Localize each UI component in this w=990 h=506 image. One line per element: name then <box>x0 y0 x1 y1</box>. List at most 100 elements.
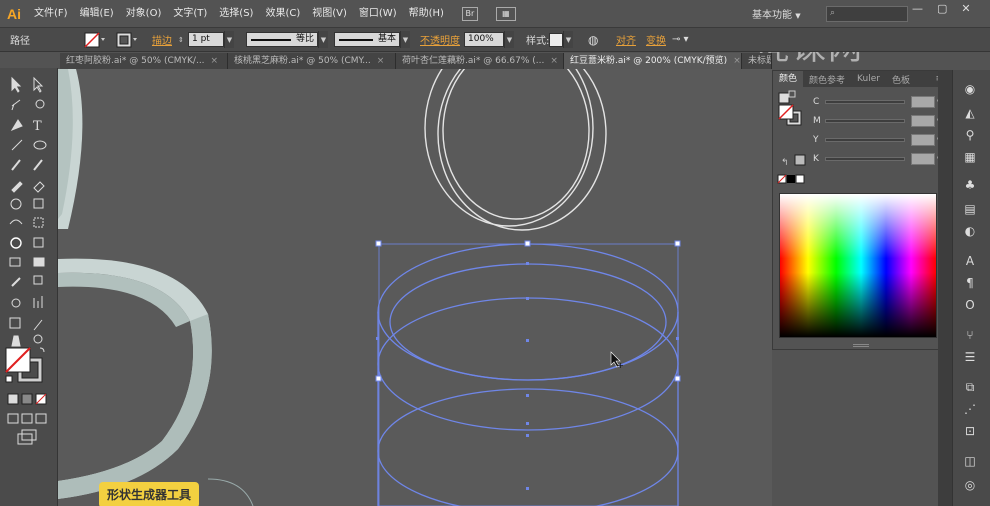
isolate-icon[interactable]: ⊸ ▾ <box>672 31 689 48</box>
stroke-weight-field[interactable]: ⇕ 1 pt ▼ <box>178 31 234 48</box>
document-tab[interactable]: 核桃黑芝麻粉.ai* @ 50% (CMY... × <box>228 53 396 69</box>
color-spectrum[interactable] <box>779 193 937 338</box>
close-icon[interactable]: ✕ <box>961 2 970 15</box>
color-mode-buttons <box>7 393 47 405</box>
brush-definition[interactable]: 基本 ▼ <box>334 31 410 48</box>
pathfinder-icon[interactable]: ⧉ <box>961 378 979 396</box>
brush-label: 基本 <box>377 34 396 44</box>
selection-bounding-box[interactable] <box>375 240 681 506</box>
menu-help[interactable]: 帮助(H) <box>403 0 450 28</box>
graphic-style-swatch[interactable]: ▼ <box>549 31 573 48</box>
swatches-icon[interactable]: ▦ <box>961 148 979 166</box>
document-tab[interactable]: 荷叶杏仁莲藕粉.ai* @ 66.67% (... × <box>396 53 564 69</box>
outline-ellipses <box>424 69 607 231</box>
width-tool-icon <box>9 219 23 225</box>
tools-panel: T <box>0 68 58 506</box>
black-slider[interactable]: K% <box>813 152 948 166</box>
magic-wand-icon <box>11 99 21 111</box>
magenta-value[interactable] <box>911 115 935 127</box>
recolor-icon[interactable]: ◍ <box>588 31 598 48</box>
tab-color-guide[interactable]: 颜色参考 <box>803 73 851 86</box>
opentype-icon[interactable]: O <box>961 296 979 314</box>
transform-icon[interactable]: ⋰ <box>961 400 979 418</box>
menu-effect[interactable]: 效果(C) <box>259 0 306 28</box>
transparency-icon[interactable]: ◐ <box>961 222 979 240</box>
stroke-swatch[interactable] <box>116 31 138 48</box>
close-icon[interactable]: × <box>377 53 385 69</box>
black-value[interactable] <box>911 153 935 165</box>
artboard-canvas[interactable]: + 形状生成器工具 <box>58 69 772 506</box>
document-tab[interactable]: 红枣阿胶粉.ai* @ 50% (CMYK/... × <box>60 53 228 69</box>
artwork-arc <box>207 478 254 506</box>
magenta-slider[interactable]: M% <box>813 114 948 128</box>
tab-color[interactable]: 颜色 <box>773 71 804 87</box>
gradient-icon[interactable]: ▤ <box>961 200 979 218</box>
close-icon[interactable]: × <box>733 53 741 69</box>
maximize-icon[interactable]: ▢ <box>937 2 947 15</box>
close-icon[interactable]: × <box>550 53 558 69</box>
menu-type[interactable]: 文字(T) <box>167 0 213 28</box>
paragraph-icon[interactable]: ¶ <box>961 274 979 292</box>
chevron-down-icon[interactable]: ▼ <box>504 31 514 48</box>
chevron-down-icon[interactable]: ▼ <box>318 31 328 48</box>
variable-width-profile[interactable]: 等比 ▼ <box>246 31 328 48</box>
tab-kuler[interactable]: Kuler <box>851 74 886 84</box>
shape-builder-tool-icon <box>10 237 22 249</box>
panel-resize-grip[interactable] <box>853 344 869 347</box>
opacity-panel-link[interactable]: 不透明度 <box>420 31 460 48</box>
gradient-tool-icon <box>33 257 45 267</box>
tab-label: 红枣阿胶粉.ai* @ 50% (CMYK/... <box>66 56 205 66</box>
panel-fill-stroke[interactable]: ↰ <box>775 89 811 199</box>
color-panel-icon[interactable]: ◉ <box>961 80 979 98</box>
color-guide-icon[interactable]: ◭ <box>961 104 979 122</box>
eraser-icon <box>33 181 45 193</box>
bridge-button[interactable]: Br <box>461 6 478 21</box>
symbols-icon[interactable]: ♣ <box>961 176 979 194</box>
yellow-value[interactable] <box>911 134 935 146</box>
character-icon[interactable]: A <box>961 252 979 270</box>
links-icon[interactable]: ⑂ <box>961 326 979 344</box>
menu-window[interactable]: 窗口(W) <box>353 0 403 28</box>
close-icon[interactable]: × <box>211 53 219 69</box>
tools-icons: T <box>5 76 47 445</box>
app-logo: Ai <box>7 5 21 22</box>
menu-file[interactable]: 文件(F) <box>28 0 74 28</box>
document-tab-bar: 红枣阿胶粉.ai* @ 50% (CMYK/... × 核桃黑芝麻粉.ai* @ … <box>60 53 772 69</box>
layers-icon[interactable]: ◫ <box>961 452 979 470</box>
cyan-slider[interactable]: C% <box>813 95 948 109</box>
window-controls: — ▢ ✕ <box>912 2 971 15</box>
menu-object[interactable]: 对象(O) <box>120 0 168 28</box>
ellipse-tool-icon <box>33 140 47 150</box>
artboards-icon[interactable]: ⊡ <box>961 422 979 440</box>
stroke-panel-icon[interactable]: ◎ <box>961 476 979 494</box>
menu-select[interactable]: 选择(S) <box>213 0 259 28</box>
menu-view[interactable]: 视图(V) <box>306 0 353 28</box>
align-panel-link[interactable]: 对齐 <box>616 31 636 48</box>
stepper-icon[interactable]: ⇕ <box>178 36 188 44</box>
align-icon[interactable]: ☰ <box>961 348 979 366</box>
minimize-icon[interactable]: — <box>912 2 923 15</box>
fill-swatch[interactable] <box>84 31 106 48</box>
stroke-weight-value[interactable]: 1 pt <box>188 32 224 47</box>
arrange-documents-icon[interactable]: ▦ <box>495 6 516 21</box>
selected-ellipses[interactable] <box>377 243 679 506</box>
direct-selection-tool-icon <box>33 76 44 93</box>
chevron-down-icon[interactable]: ▼ <box>563 31 573 48</box>
appearance-icon[interactable]: ⚲ <box>961 126 979 144</box>
menu-edit[interactable]: 编辑(E) <box>74 0 120 28</box>
transform-panel-link[interactable]: 变换 <box>646 31 666 48</box>
symbol-sprayer-icon <box>11 298 21 308</box>
opacity-field[interactable]: 100% ▼ <box>464 31 514 48</box>
chevron-down-icon[interactable]: ▼ <box>400 31 410 48</box>
tab-swatches[interactable]: 色板 <box>886 73 916 86</box>
yellow-slider[interactable]: Y% <box>813 133 948 147</box>
document-tab-active[interactable]: 红豆薏米粉.ai* @ 200% (CMYK/预览) × <box>564 53 742 69</box>
opacity-value[interactable]: 100% <box>464 32 504 47</box>
search-input[interactable]: ⌕ <box>826 6 908 22</box>
document-tab[interactable]: 未标题-2* @ 33.33% <box>742 53 772 69</box>
stroke-box-icon <box>116 32 137 47</box>
cyan-value[interactable] <box>911 96 935 108</box>
chevron-down-icon[interactable]: ▼ <box>224 31 234 48</box>
workspace-switcher[interactable]: 基本功能 ▼ <box>752 6 820 22</box>
stroke-panel-link[interactable]: 描边 <box>152 31 172 48</box>
